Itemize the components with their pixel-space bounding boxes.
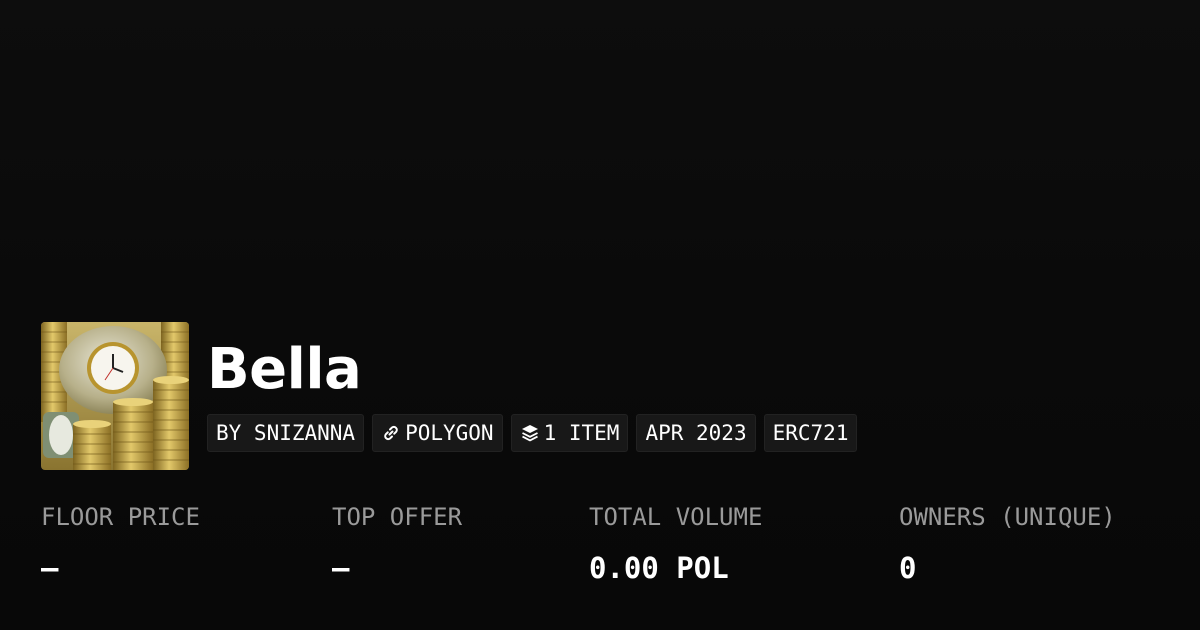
top-offer-label: TOP OFFER <box>332 503 463 531</box>
total-volume-stat: TOTAL VOLUME 0.00 POL <box>589 503 762 586</box>
polygon-link-icon <box>381 423 401 443</box>
total-volume-label: TOTAL VOLUME <box>589 503 763 531</box>
clock-coins-image <box>41 322 189 470</box>
token-standard-chip: ERC721 <box>763 414 858 452</box>
floor-price-label: FLOOR PRICE <box>41 503 200 531</box>
item-count-chip[interactable]: 1 ITEM <box>510 414 629 452</box>
created-date-label: APR 2023 <box>645 421 747 445</box>
floor-price-value: – <box>41 550 59 585</box>
collection-thumbnail[interactable] <box>41 322 189 470</box>
owners-label: OWNERS (UNIQUE) <box>899 503 1116 531</box>
floor-price-stat: FLOOR PRICE – <box>41 503 200 586</box>
creator-chip[interactable]: BY SNIZANNA <box>207 414 365 452</box>
created-date-chip: APR 2023 <box>636 414 756 452</box>
top-offer-value: – <box>332 550 350 585</box>
chain-chip[interactable]: POLYGON <box>372 414 503 452</box>
owners-value: 0 <box>899 550 917 585</box>
collection-meta-chips: BY SNIZANNA POLYGON 1 ITEM APR 2023 ERC7… <box>207 414 858 452</box>
creator-label: BY SNIZANNA <box>216 421 356 445</box>
collection-title: Bella <box>207 337 362 402</box>
collection-stats: FLOOR PRICE – TOP OFFER – TOTAL VOLUME 0… <box>41 503 1181 603</box>
stack-layers-icon <box>520 423 540 443</box>
collection-header: Bella BY SNIZANNA POLYGON 1 ITEM APR 202… <box>41 322 858 470</box>
title-block: Bella BY SNIZANNA POLYGON 1 ITEM APR 202… <box>207 322 858 452</box>
item-count-label: 1 ITEM <box>543 421 620 445</box>
chain-label: POLYGON <box>405 421 494 445</box>
owners-stat: OWNERS (UNIQUE) 0 <box>899 503 1116 586</box>
top-offer-stat: TOP OFFER – <box>332 503 462 586</box>
total-volume-value: 0.00 POL <box>589 550 729 585</box>
collection-share-card: { "collection": { "name": "Bella", "crea… <box>0 0 1200 630</box>
token-standard-label: ERC721 <box>772 421 849 445</box>
